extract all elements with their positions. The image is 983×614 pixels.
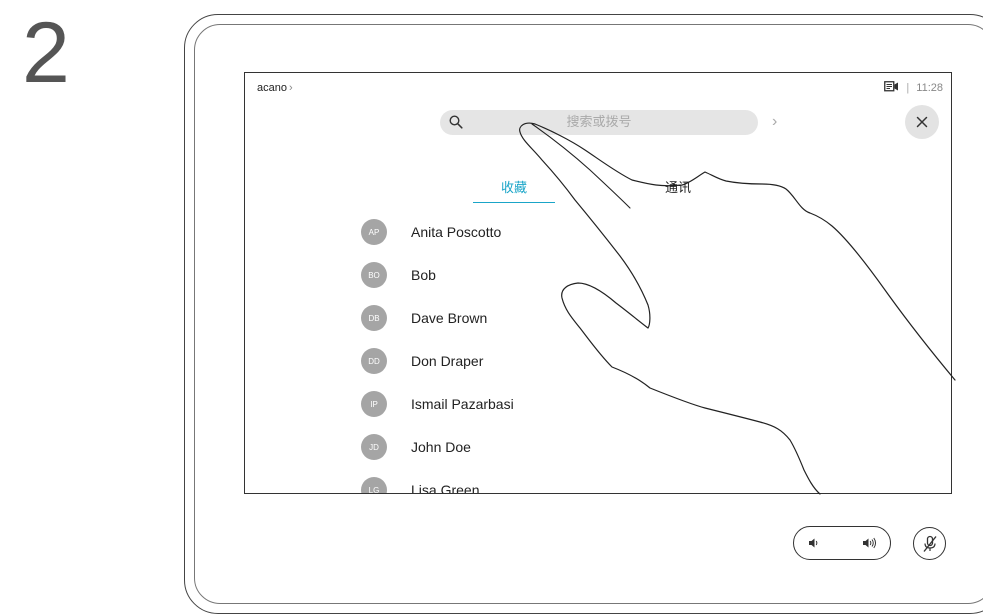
- avatar: LG: [361, 477, 387, 493]
- microphone-muted-icon: [922, 535, 937, 552]
- volume-control[interactable]: [793, 526, 891, 560]
- avatar: DB: [361, 305, 387, 331]
- status-area: | 11:28: [884, 81, 943, 95]
- avatar: BO: [361, 262, 387, 288]
- contact-name: Ismail Pazarbasi: [411, 396, 514, 412]
- contact-name: John Doe: [411, 439, 471, 455]
- contact-name: Dave Brown: [411, 310, 488, 326]
- search-bar[interactable]: [440, 110, 758, 135]
- contact-name: Bob: [411, 267, 436, 283]
- close-icon: [916, 116, 928, 128]
- video-call-icon[interactable]: [884, 81, 899, 95]
- status-divider: |: [906, 82, 910, 94]
- search-go-icon[interactable]: ›: [772, 113, 777, 131]
- avatar: JD: [361, 434, 387, 460]
- avatar: IP: [361, 391, 387, 417]
- volume-down-icon[interactable]: [808, 536, 820, 554]
- breadcrumb-label: acano: [257, 82, 287, 94]
- mute-button[interactable]: [913, 527, 946, 560]
- list-item[interactable]: DD Don Draper: [361, 346, 661, 376]
- list-item[interactable]: DB Dave Brown: [361, 303, 661, 333]
- avatar: DD: [361, 348, 387, 374]
- step-number: 2: [22, 5, 70, 101]
- tab-favorites[interactable]: 收藏: [473, 177, 555, 203]
- clock: 11:28: [916, 82, 943, 94]
- contact-name: Anita Poscotto: [411, 224, 502, 240]
- search-input[interactable]: [440, 110, 758, 135]
- list-item[interactable]: AP Anita Poscotto: [361, 217, 661, 247]
- list-item[interactable]: IP Ismail Pazarbasi: [361, 389, 661, 419]
- volume-up-icon[interactable]: [862, 536, 878, 554]
- avatar: AP: [361, 219, 387, 245]
- contact-name: Don Draper: [411, 353, 484, 369]
- list-item[interactable]: LG Lisa Green: [361, 475, 661, 494]
- list-item[interactable]: BO Bob: [361, 260, 661, 290]
- chevron-right-icon: ›: [288, 82, 293, 94]
- close-button[interactable]: [905, 105, 939, 139]
- contact-name: Lisa Green: [411, 482, 480, 494]
- list-item[interactable]: JD John Doe: [361, 432, 661, 462]
- tab-recents[interactable]: 通讯: [665, 177, 691, 196]
- tab-bar: 收藏 通讯: [245, 177, 951, 207]
- touch-screen: acano› | 11:28 › 收: [244, 72, 952, 494]
- breadcrumb[interactable]: acano ›: [257, 82, 293, 94]
